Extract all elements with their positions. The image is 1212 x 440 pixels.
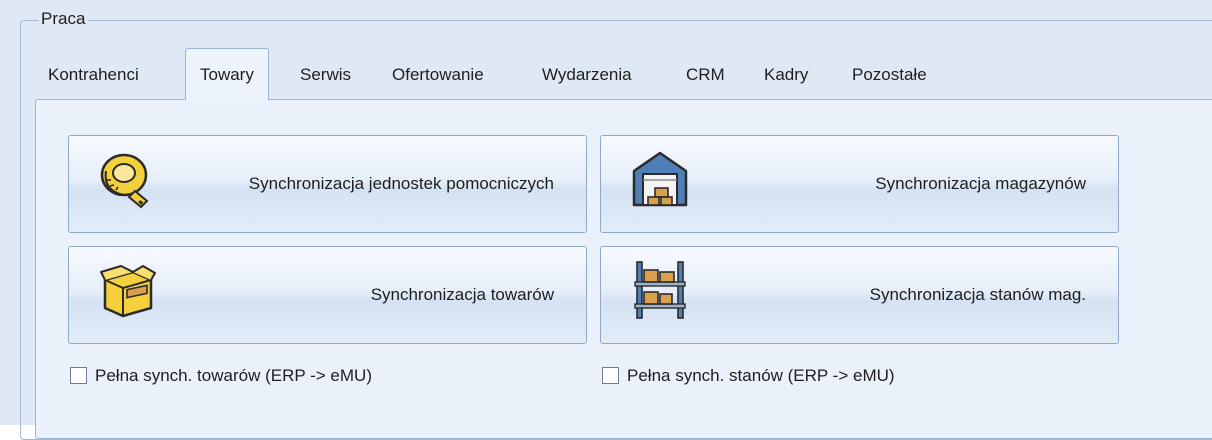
sync-stock-label: Synchronizacja stanów mag. [869,285,1086,304]
window-background: Praca Kontrahenci Towary Serwis Ofertowa… [0,0,1212,440]
tab-wydarzenia[interactable]: Wydarzenia [542,62,632,92]
sync-warehouses-button[interactable]: Synchronizacja magazynów [600,135,1119,233]
measuring-tape-icon [97,147,159,209]
full-stock-sync-label: Pełna synch. stanów (ERP -> eMU) [627,366,895,385]
tab-page-towary: Synchronizacja jednostek pomocniczych Sy… [35,99,1212,439]
sync-units-button[interactable]: Synchronizacja jednostek pomocniczych [68,135,587,233]
warehouse-icon [629,147,691,209]
sync-goods-button[interactable]: Synchronizacja towarów [68,246,587,344]
tab-pozostale[interactable]: Pozostałe [852,62,927,92]
checkbox-box[interactable] [70,367,87,384]
group-title: Praca [38,9,89,29]
sync-goods-label: Synchronizacja towarów [370,285,554,304]
box-icon [97,258,159,320]
sync-stock-button[interactable]: Synchronizacja stanów mag. [600,246,1119,344]
tab-ofertowanie[interactable]: Ofertowanie [392,62,484,92]
sync-units-label: Synchronizacja jednostek pomocniczych [248,174,554,193]
tab-kontrahenci[interactable]: Kontrahenci [48,62,139,92]
shelf-icon [629,258,691,320]
sync-warehouses-label: Synchronizacja magazynów [875,174,1086,193]
tab-towary[interactable]: Towary [185,48,269,100]
tab-crm[interactable]: CRM [686,62,725,92]
checkbox-box[interactable] [602,367,619,384]
full-goods-sync-label: Pełna synch. towarów (ERP -> eMU) [95,366,372,385]
tab-serwis[interactable]: Serwis [300,62,351,92]
tab-kadry[interactable]: Kadry [764,62,808,92]
